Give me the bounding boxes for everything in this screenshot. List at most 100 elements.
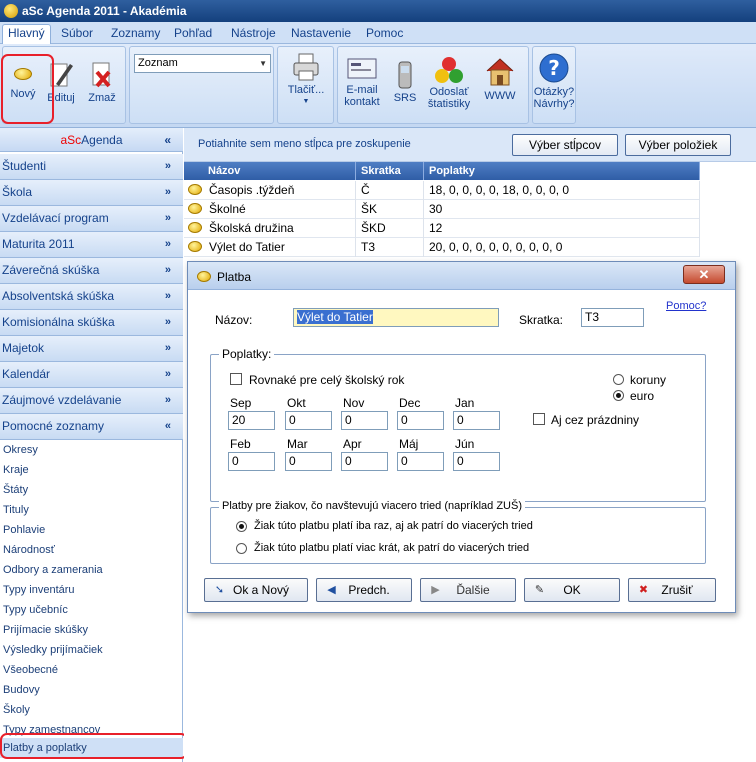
- close-button[interactable]: ✕: [683, 265, 725, 284]
- sidebar-item-tituly[interactable]: Tituly: [0, 500, 183, 520]
- sidebar-item-typy-ucebnic[interactable]: Typy učebníc: [0, 600, 183, 620]
- koruny-radio[interactable]: [613, 374, 624, 385]
- same-year-checkbox[interactable]: [230, 373, 242, 385]
- euro-radio[interactable]: [613, 390, 624, 401]
- sidebar-cat-majetok[interactable]: Majetok »: [0, 336, 183, 362]
- odoslat-label-1: Odoslať: [429, 86, 469, 98]
- euro-label: euro: [630, 389, 655, 403]
- email-label-2: kontakt: [344, 96, 380, 108]
- sidebar-item-kraje[interactable]: Kraje: [0, 460, 183, 480]
- help-link[interactable]: Pomoc?: [666, 300, 706, 312]
- view-select[interactable]: Zoznam ▼: [134, 54, 271, 73]
- odoslat-label-2: štatistiky: [427, 98, 471, 110]
- sidebar-cat-zaverecna-skuska[interactable]: Záverečná skúška »: [0, 258, 183, 284]
- brand-agenda: Agenda: [81, 133, 123, 147]
- sidebar-cat-komisionalna-skuska[interactable]: Komisionálna skúška »: [0, 310, 183, 336]
- menu-zoznamy[interactable]: Zoznamy: [106, 25, 165, 43]
- cancel-label: Zrušiť: [661, 583, 693, 597]
- cancel-button[interactable]: ✖ Zrušiť: [628, 578, 716, 602]
- ok-button[interactable]: ✎ OK: [524, 578, 620, 602]
- sidebar-cat-kalendar[interactable]: Kalendár »: [0, 362, 183, 388]
- www-button[interactable]: WWW: [478, 56, 522, 102]
- previous-button[interactable]: ◀ Predch.: [316, 578, 412, 602]
- sidebar-cat-skola[interactable]: Škola »: [0, 180, 183, 206]
- ok-and-new-button[interactable]: ➘ Ok a Nový: [204, 578, 308, 602]
- sidebar-cat-vzdelavaci-program[interactable]: Vzdelávací program »: [0, 206, 183, 232]
- email-kontakt-button[interactable]: E-mail kontakt: [340, 56, 384, 108]
- same-year-label: Rovnaké pre celý školský rok: [249, 373, 405, 387]
- cell-abbr: ŠK: [356, 200, 424, 219]
- pay-once-radio[interactable]: [236, 521, 247, 532]
- pay-many-radio[interactable]: [236, 543, 247, 554]
- sidebar-item-vseobecne[interactable]: Všeobecné: [0, 660, 183, 680]
- table-row[interactable]: Školné ŠK 30: [184, 200, 700, 219]
- month-input-feb[interactable]: 0: [228, 452, 275, 471]
- menu-pomoc[interactable]: Pomoc: [361, 25, 408, 43]
- otazky-label-2: Návrhy?: [533, 98, 575, 110]
- srs-button[interactable]: SRS: [390, 60, 420, 104]
- month-input-okt[interactable]: 0: [285, 411, 332, 430]
- otazky-navrhy-button[interactable]: ? Otázky? Návrhy?: [532, 52, 576, 110]
- menu-nastavenie[interactable]: Nastavenie: [286, 25, 356, 43]
- next-button[interactable]: ▶ Ďalšie: [420, 578, 516, 602]
- sidebar-item-skoly[interactable]: Školy: [0, 700, 183, 720]
- sidebar-cat-studenti[interactable]: Študenti »: [0, 154, 183, 180]
- select-items-button[interactable]: Výber položiek: [625, 134, 731, 156]
- sidebar-cat-zaujmove-vzdelavanie[interactable]: Záujmové vzdelávanie »: [0, 388, 183, 414]
- srs-label: SRS: [393, 92, 417, 104]
- col-header-skratka[interactable]: Skratka: [356, 162, 424, 180]
- month-input-apr[interactable]: 0: [341, 452, 388, 471]
- menu-nastroje[interactable]: Nástroje: [226, 25, 281, 43]
- table-row[interactable]: Výlet do Tatier T3 20, 0, 0, 0, 0, 0, 0,…: [184, 238, 700, 257]
- coin-icon: [197, 271, 211, 282]
- tlacit-button[interactable]: Tlačiť... ▼: [282, 52, 330, 108]
- sidebar-item-narodnost[interactable]: Národnosť: [0, 540, 183, 560]
- abbr-input[interactable]: T3: [581, 308, 644, 327]
- cat-label: Kalendár: [2, 367, 51, 381]
- collapse-icon: «: [164, 420, 171, 432]
- month-label-mar: Mar: [287, 437, 308, 451]
- name-input[interactable]: Výlet do Tatier: [293, 308, 499, 327]
- name-input-value: Výlet do Tatier: [297, 310, 373, 324]
- col-header-poplatky[interactable]: Poplatky: [424, 162, 700, 180]
- col-header-nazov[interactable]: Názov: [184, 162, 356, 180]
- month-label-maj: Máj: [399, 437, 419, 451]
- month-input-jan[interactable]: 0: [453, 411, 500, 430]
- month-input-sep[interactable]: 20: [228, 411, 275, 430]
- sidebar-item-vysledky-prijimaciek[interactable]: Výsledky prijímačiek: [0, 640, 183, 660]
- zmaz-button[interactable]: Zmaž: [84, 60, 120, 104]
- window-title: aSc Agenda 2011 - Akadémia: [22, 4, 187, 18]
- cell-fees: 18, 0, 0, 0, 0, 18, 0, 0, 0, 0: [424, 181, 700, 200]
- sidebar-item-odbory[interactable]: Odbory a zamerania: [0, 560, 183, 580]
- menu-hlavny[interactable]: Hlavný: [2, 24, 51, 45]
- sidebar-item-typy-inventaru[interactable]: Typy inventáru: [0, 580, 183, 600]
- cat-label: Záujmové vzdelávanie: [2, 393, 122, 407]
- cell-name: Školné: [204, 200, 356, 219]
- holidays-checkbox[interactable]: [533, 413, 545, 425]
- menu-pohlad[interactable]: Pohľad: [169, 25, 217, 43]
- sidebar-cat-pomocne-zoznamy[interactable]: Pomocné zoznamy «: [0, 414, 183, 440]
- month-input-dec[interactable]: 0: [397, 411, 444, 430]
- table-row[interactable]: Školská družina ŠKD 12: [184, 219, 700, 238]
- cell-fees: 20, 0, 0, 0, 0, 0, 0, 0, 0, 0: [424, 238, 700, 257]
- sidebar-cat-maturita[interactable]: Maturita 2011 »: [0, 232, 183, 258]
- multi-class-legend: Platby pre žiakov, čo navštevujú viacero…: [219, 500, 525, 512]
- www-label: WWW: [484, 90, 516, 102]
- collapse-sidebar-icon[interactable]: «: [164, 128, 171, 152]
- pay-once-label: Žiak túto platbu platí iba raz, aj ak pa…: [254, 520, 533, 532]
- sidebar-item-pohlavie[interactable]: Pohlavie: [0, 520, 183, 540]
- sidebar-item-prijimacie-skusky[interactable]: Prijímacie skúšky: [0, 620, 183, 640]
- menu-subor[interactable]: Súbor: [56, 25, 98, 43]
- svg-text:?: ?: [548, 56, 560, 80]
- sidebar-item-budovy[interactable]: Budovy: [0, 680, 183, 700]
- month-input-nov[interactable]: 0: [341, 411, 388, 430]
- month-input-maj[interactable]: 0: [397, 452, 444, 471]
- sidebar-cat-absolventska-skuska[interactable]: Absolventská skúška »: [0, 284, 183, 310]
- odoslat-statistiky-button[interactable]: Odoslať štatistiky: [425, 56, 473, 110]
- month-input-mar[interactable]: 0: [285, 452, 332, 471]
- sidebar-item-okresy[interactable]: Okresy: [0, 440, 183, 460]
- table-row[interactable]: Časopis .týždeň Č 18, 0, 0, 0, 0, 18, 0,…: [184, 181, 700, 200]
- sidebar-item-staty[interactable]: Štáty: [0, 480, 183, 500]
- month-input-jun[interactable]: 0: [453, 452, 500, 471]
- select-columns-button[interactable]: Výber stĺpcov: [512, 134, 618, 156]
